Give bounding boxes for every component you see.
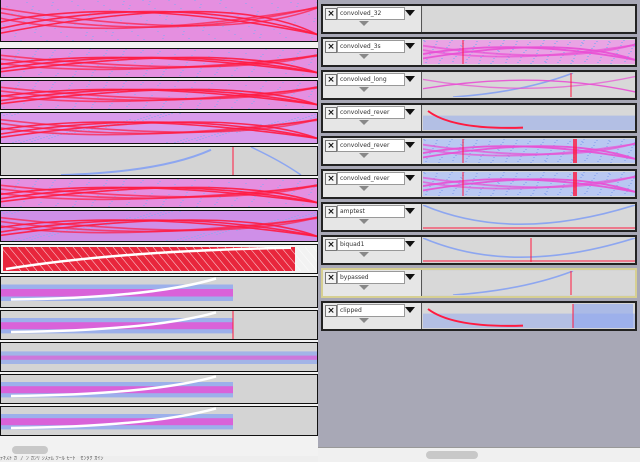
track-name-label[interactable]: convolved_3s	[337, 40, 405, 53]
left-track-panel: ﾃｷｽﾄ ｶﾞﾌﾞﾝ ｶﾝﾘ ｼｽﾃﾑ ﾂｰﾙ ﾓｰﾄﾞ ｾﾝﾀｸ ｶｲｼ	[0, 0, 318, 462]
track-2[interactable]: × convolved_long	[321, 70, 637, 100]
chevron-down-icon[interactable]	[405, 208, 415, 214]
audio-track-waveform[interactable]	[0, 310, 318, 340]
track-name-label[interactable]: convolved_rever	[337, 139, 405, 152]
close-icon[interactable]: ×	[325, 107, 337, 119]
track-control-panel: × convolved_long	[323, 72, 422, 98]
track-name-label[interactable]: amptest	[337, 205, 405, 218]
chevron-down-icon[interactable]	[405, 274, 415, 280]
collapse-arrow-icon[interactable]	[359, 120, 369, 125]
close-icon[interactable]: ×	[325, 206, 337, 218]
audio-track-waveform[interactable]	[0, 210, 318, 242]
chevron-down-icon[interactable]	[405, 10, 415, 16]
audio-track-waveform[interactable]	[0, 80, 318, 110]
chevron-down-icon[interactable]	[405, 142, 415, 148]
waveform-view[interactable]	[423, 106, 635, 130]
waveform-view[interactable]	[423, 7, 635, 31]
collapse-arrow-icon[interactable]	[359, 318, 369, 323]
collapse-arrow-icon[interactable]	[359, 285, 369, 290]
audio-track-waveform[interactable]	[0, 342, 318, 372]
audio-track-waveform[interactable]	[0, 146, 318, 176]
close-icon[interactable]: ×	[325, 305, 337, 317]
scrollbar-thumb[interactable]	[426, 451, 478, 459]
track-9[interactable]: × clipped	[321, 301, 637, 331]
audio-track-waveform[interactable]	[0, 374, 318, 404]
track-control-panel: × convolved_3s	[323, 39, 422, 65]
track-control-panel: × bypassed	[323, 270, 422, 296]
track-name-label[interactable]: convolved_rever	[337, 106, 405, 119]
track-4[interactable]: × convolved_rever	[321, 136, 637, 166]
track-3[interactable]: × convolved_rever	[321, 103, 637, 133]
audio-track-waveform[interactable]	[0, 406, 318, 436]
chevron-down-icon[interactable]	[405, 241, 415, 247]
waveform-view[interactable]	[423, 139, 635, 163]
collapse-arrow-icon[interactable]	[359, 252, 369, 257]
collapse-arrow-icon[interactable]	[359, 219, 369, 224]
track-0[interactable]: × convolved_32	[321, 4, 637, 34]
chevron-down-icon[interactable]	[405, 175, 415, 181]
waveform-view[interactable]	[423, 271, 635, 295]
collapse-arrow-icon[interactable]	[359, 153, 369, 158]
track-6[interactable]: × amptest	[321, 202, 637, 232]
track-7[interactable]: × biquad1	[321, 235, 637, 265]
audio-track-waveform[interactable]	[0, 276, 318, 308]
close-icon[interactable]: ×	[325, 41, 337, 53]
track-control-panel: × amptest	[323, 204, 422, 230]
audio-track-waveform[interactable]	[0, 112, 318, 144]
collapse-arrow-icon[interactable]	[359, 87, 369, 92]
close-icon[interactable]: ×	[325, 140, 337, 152]
track-name-label[interactable]: biquad1	[337, 238, 405, 251]
close-icon[interactable]: ×	[325, 74, 337, 86]
horizontal-scrollbar[interactable]	[318, 447, 640, 462]
chevron-down-icon[interactable]	[405, 307, 415, 313]
track-control-panel: × convolved_rever	[323, 171, 422, 197]
waveform-view[interactable]	[423, 205, 635, 229]
waveform-view[interactable]	[423, 40, 635, 64]
audio-track-waveform[interactable]	[0, 244, 318, 274]
left-scrollbar-thumb[interactable]	[12, 446, 48, 454]
track-1[interactable]: × convolved_3s	[321, 37, 637, 67]
waveform-view[interactable]	[423, 238, 635, 262]
track-control-panel: × convolved_rever	[323, 105, 422, 131]
waveform-view[interactable]	[423, 172, 635, 196]
right-track-panel: × convolved_32 × convolved_3s × convolved_lon…	[318, 0, 640, 462]
collapse-arrow-icon[interactable]	[359, 21, 369, 26]
track-name-label[interactable]: convolved_rever	[337, 172, 405, 185]
track-control-panel: × convolved_rever	[323, 138, 422, 164]
close-icon[interactable]: ×	[325, 8, 337, 20]
chevron-down-icon[interactable]	[405, 76, 415, 82]
waveform-view[interactable]	[423, 304, 635, 328]
audio-track-waveform[interactable]	[0, 178, 318, 208]
track-name-label[interactable]: clipped	[337, 304, 405, 317]
audio-track-waveform[interactable]	[0, 0, 318, 42]
close-icon[interactable]: ×	[325, 272, 337, 284]
audio-track-waveform[interactable]	[0, 48, 318, 78]
waveform-view[interactable]	[423, 73, 635, 97]
close-icon[interactable]: ×	[325, 173, 337, 185]
collapse-arrow-icon[interactable]	[359, 54, 369, 59]
status-bar: ﾃｷｽﾄ ｶﾞﾌﾞﾝ ｶﾝﾘ ｼｽﾃﾑ ﾂｰﾙ ﾓｰﾄﾞ ｾﾝﾀｸ ｶｲｼ	[0, 456, 318, 462]
chevron-down-icon[interactable]	[405, 43, 415, 49]
track-name-label[interactable]: convolved_32	[337, 7, 405, 20]
track-8[interactable]: × bypassed	[321, 268, 637, 298]
collapse-arrow-icon[interactable]	[359, 186, 369, 191]
track-control-panel: × convolved_32	[323, 6, 422, 32]
track-name-label[interactable]: convolved_long	[337, 73, 405, 86]
close-icon[interactable]: ×	[325, 239, 337, 251]
chevron-down-icon[interactable]	[405, 109, 415, 115]
track-5[interactable]: × convolved_rever	[321, 169, 637, 199]
track-control-panel: × biquad1	[323, 237, 422, 263]
track-control-panel: × clipped	[323, 303, 422, 329]
track-name-label[interactable]: bypassed	[337, 271, 405, 284]
